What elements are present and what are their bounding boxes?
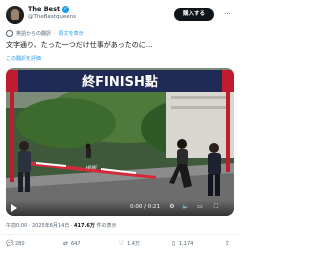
view-count: 417.6万	[74, 223, 95, 229]
repost-icon: ⇄	[62, 240, 69, 247]
play-icon[interactable]	[11, 204, 17, 212]
post-timestamp[interactable]: 午前0:00 · 2025年6月14日 ·	[6, 223, 74, 229]
author-name[interactable]: The Best	[28, 5, 60, 13]
action-bar: 💬 280 ⇄ 647 ♡ 1.4万 ▯ 1,174 ⇪	[0, 240, 240, 252]
more-options-icon[interactable]: ···	[224, 10, 231, 18]
share-icon: ⇪	[224, 240, 231, 247]
show-original-link[interactable]: 原文を表示	[59, 30, 84, 37]
video-player[interactable]: 終FINISH點 HRMF 0:00 / 0:21 ⚙ 🔈 ▭ ⛶	[6, 68, 234, 216]
video-controls: 0:00 / 0:21 ⚙ 🔈 ▭ ⛶	[6, 200, 234, 216]
pip-icon[interactable]: ▭	[196, 203, 204, 211]
post-text: 文字通り、たった一つだけ仕事があったのに…	[6, 41, 153, 49]
translation-note-text: 英語からの翻訳	[16, 31, 52, 37]
translation-note: 英語からの翻訳 · 原文を表示	[6, 30, 84, 37]
bookmark-count: 1,174	[179, 240, 194, 247]
like-button[interactable]: ♡ 1.4万	[118, 240, 140, 247]
reply-button[interactable]: 💬 280	[6, 240, 25, 247]
video-frame: 終FINISH點 HRMF	[6, 68, 234, 216]
settings-icon[interactable]: ⚙	[168, 203, 176, 211]
heart-icon: ♡	[118, 240, 125, 247]
like-count: 1.4万	[127, 241, 140, 247]
globe-icon	[6, 30, 13, 37]
verified-badge-icon: ✓	[62, 5, 70, 13]
author-handle[interactable]: @TheBestqueens	[28, 14, 76, 20]
subscribe-button[interactable]: 購入する	[174, 8, 214, 21]
bookmark-icon: ▯	[171, 240, 176, 247]
finish-tape-text: HRMF	[86, 165, 98, 170]
post-meta: 午前0:00 · 2025年6月14日 · 417.6万 件の表示	[6, 222, 116, 229]
view-count-label: 件の表示	[94, 223, 117, 229]
reply-icon: 💬	[6, 240, 14, 247]
fullscreen-icon[interactable]: ⛶	[212, 203, 220, 211]
finish-banner-text: 終FINISH點	[82, 74, 158, 90]
repost-count: 647	[71, 240, 81, 247]
avatar[interactable]	[6, 6, 24, 24]
post-header: The Best ✓ @TheBestqueens 購入する ···	[4, 4, 236, 26]
rate-translation-link[interactable]: この翻訳を評価	[6, 55, 41, 62]
reply-count: 280	[15, 240, 25, 247]
volume-icon[interactable]: 🔈	[182, 203, 190, 211]
divider	[0, 234, 240, 235]
repost-button[interactable]: ⇄ 647	[62, 240, 81, 247]
video-time: 0:00 / 0:21	[130, 204, 161, 210]
bookmark-button[interactable]: ▯ 1,174	[170, 240, 193, 247]
author-block[interactable]: The Best ✓ @TheBestqueens	[28, 5, 76, 20]
share-button[interactable]: ⇪	[224, 240, 231, 247]
